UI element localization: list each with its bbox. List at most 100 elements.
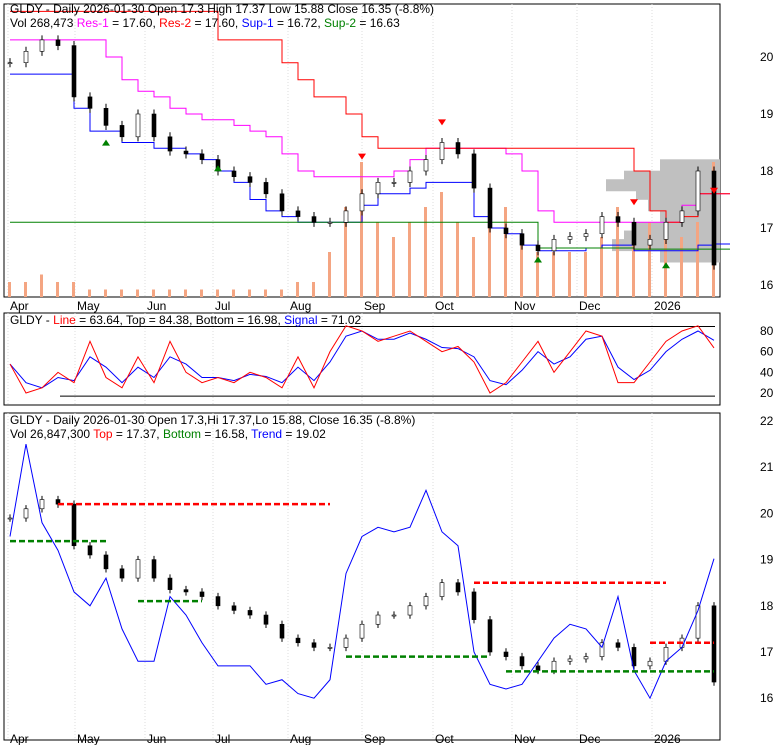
candle-body — [679, 210, 685, 223]
month-label: Aug — [290, 299, 311, 313]
trend-title: GLDY - Daily 2026-01-30 Open 17.3,Hi 17.… — [10, 413, 415, 427]
month-label: Nov — [514, 299, 535, 313]
volume-bar — [488, 222, 491, 297]
volume-bar — [360, 162, 363, 297]
volume-bar — [472, 237, 475, 297]
candle-body — [311, 642, 317, 648]
candle-body — [455, 582, 461, 593]
volume-bar — [376, 222, 379, 297]
candle-body — [327, 647, 333, 649]
candle-body — [503, 227, 509, 234]
y-tick-label: 20 — [760, 50, 774, 64]
candle-body — [391, 614, 397, 617]
bottom-label: Bottom — [163, 427, 201, 441]
volume-bar — [40, 274, 43, 297]
candle-body — [375, 614, 381, 625]
candle-body — [567, 658, 573, 662]
month-label: Oct — [435, 299, 454, 313]
candle-body — [231, 170, 237, 177]
res2-value: = 17.60, — [195, 16, 239, 30]
volume-bar — [440, 192, 443, 297]
candle-body — [279, 193, 285, 212]
candle-body — [423, 596, 429, 607]
volume-bar — [312, 282, 315, 297]
candle-body — [663, 647, 669, 662]
volume-bar — [456, 222, 459, 297]
trend-value: = 19.02 — [285, 427, 326, 441]
volume-bar — [424, 207, 427, 297]
month-label: Jul — [215, 299, 230, 313]
candle-body — [519, 233, 525, 246]
candle-body — [615, 216, 621, 223]
y-tick-label: 22 — [760, 414, 774, 428]
osc-signal-label: Signal — [284, 313, 317, 327]
candle-body — [535, 244, 541, 252]
volume-bar — [88, 289, 91, 297]
y-tick-label: 20 — [760, 386, 774, 400]
price-title: GLDY - Daily 2026-01-30 Open 17.3 High 1… — [10, 2, 434, 16]
candle-body — [439, 582, 445, 597]
bottom-value: = 16.58, — [204, 427, 248, 441]
month-label: Jun — [147, 299, 166, 313]
candle-body — [631, 222, 637, 246]
candle-body — [103, 108, 109, 126]
y-tick-label: 60 — [760, 345, 774, 359]
month-label: Jun — [147, 732, 166, 745]
candle-body — [231, 605, 237, 611]
candle-body — [263, 614, 269, 625]
candle-body — [551, 239, 557, 252]
y-tick-label: 21 — [760, 460, 774, 474]
candle-body — [151, 113, 157, 138]
candle-body — [503, 651, 509, 657]
volume-bar — [280, 289, 283, 297]
sup2-label: Sup-2 — [324, 16, 356, 30]
osc-line-label: Line — [53, 313, 76, 327]
month-label: Apr — [10, 732, 29, 745]
candle-body — [711, 170, 717, 266]
volume-bar — [680, 237, 683, 297]
candle-body — [487, 187, 493, 229]
y-tick-label: 20 — [760, 506, 774, 520]
volume-bar — [72, 282, 75, 297]
candle-body — [119, 568, 125, 579]
month-label: Dec — [579, 299, 600, 313]
month-label: Apr — [10, 299, 29, 313]
candle-body — [471, 153, 477, 189]
candle-body — [471, 591, 477, 620]
trend-label: Trend — [251, 427, 282, 441]
candle-body — [71, 503, 77, 547]
y-tick-label: 19 — [760, 553, 774, 567]
volume-bar — [392, 237, 395, 297]
candle-body — [519, 656, 525, 667]
y-tick-label: 16 — [760, 691, 774, 705]
volume-bar — [24, 282, 27, 297]
volume-bar — [232, 289, 235, 297]
candle-body — [71, 45, 77, 98]
candle-body — [343, 637, 349, 648]
volume-bar — [408, 222, 411, 297]
volume-bar — [216, 289, 219, 297]
candle-body — [359, 623, 365, 639]
volume-bar — [104, 289, 107, 297]
candle-body — [103, 554, 109, 570]
trend-legend: Vol 26,847,300 Top = 17.37, Bottom = 16.… — [10, 427, 326, 441]
candle-body — [279, 623, 285, 639]
candle-body — [487, 619, 493, 653]
price-legend: Vol 268,473 Res-1 = 17.60, Res-2 = 17.60… — [10, 16, 400, 30]
volume-bar — [648, 222, 651, 297]
month-label: Nov — [514, 732, 535, 745]
volume-bar — [264, 289, 267, 297]
candle-body — [407, 605, 413, 616]
candle-body — [7, 517, 13, 520]
candle-body — [263, 182, 269, 195]
volume-bar — [200, 289, 203, 297]
volume-bar — [56, 282, 59, 297]
candle-body — [215, 596, 221, 607]
volume-bar — [120, 289, 123, 297]
volume-bar — [184, 289, 187, 297]
volume-bar — [8, 282, 11, 297]
volume-bar — [152, 289, 155, 297]
oscillator-legend: GLDY - Line = 63.64, Top = 84.38, Bottom… — [10, 313, 362, 327]
y-tick-label: 19 — [760, 107, 774, 121]
candle-body — [87, 545, 93, 556]
